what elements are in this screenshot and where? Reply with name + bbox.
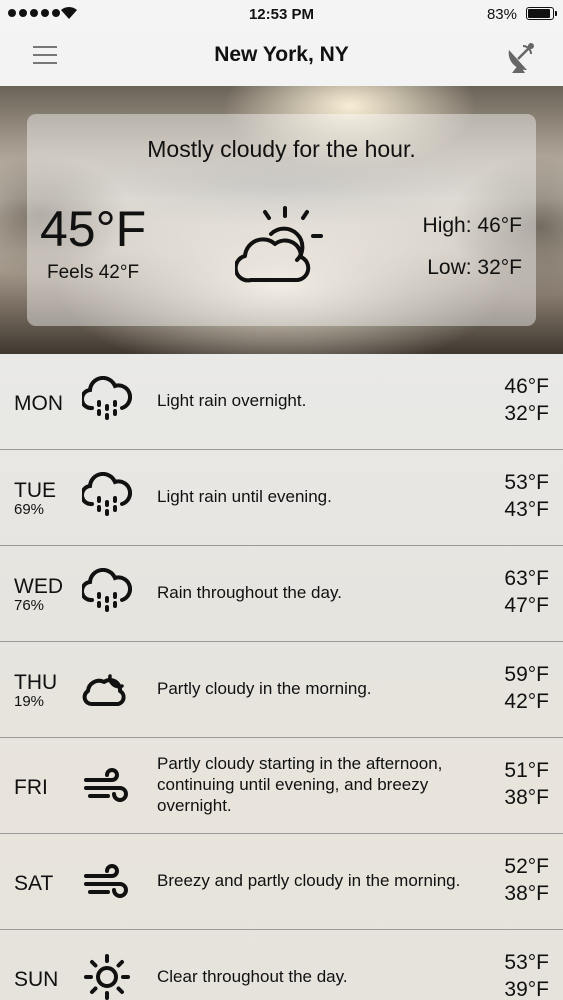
forecast-high: 59°F bbox=[504, 663, 549, 686]
forecast-low: 43°F bbox=[504, 498, 549, 521]
sun-icon bbox=[84, 954, 130, 1000]
forecast-high: 53°F bbox=[504, 951, 549, 974]
forecast-day: FRI bbox=[14, 776, 48, 799]
navigation-bar: New York, NY bbox=[0, 30, 563, 86]
forecast-low: 38°F bbox=[504, 882, 549, 905]
location-title: New York, NY bbox=[214, 43, 349, 66]
forecast-description: Light rain overnight. bbox=[157, 391, 307, 411]
precipitation-chance: 19% bbox=[14, 693, 45, 710]
forecast-description: Clear throughout the day. bbox=[157, 967, 348, 987]
high-temperature: High: 46°F bbox=[422, 214, 522, 237]
daily-forecast-list: MON Light rain overnight. 46°F 32°F TUE … bbox=[0, 354, 563, 1000]
current-temperature: 45°F bbox=[40, 201, 147, 257]
status-bar: 12:53 PM 83% bbox=[0, 0, 563, 30]
forecast-low: 47°F bbox=[504, 594, 549, 617]
forecast-low: 39°F bbox=[504, 978, 549, 1000]
rain-icon bbox=[82, 472, 132, 516]
forecast-description: Breezy and partly cloudy in the morning. bbox=[157, 871, 461, 891]
battery-percentage: 83% bbox=[486, 6, 517, 23]
forecast-description: Partly cloudy in the morning. bbox=[157, 679, 372, 699]
forecast-row-wed[interactable]: WED 76% Rain throughout the day. 63°F 47… bbox=[0, 546, 563, 642]
current-conditions-hero: Mostly cloudy for the hour. 45°F Feels 4… bbox=[0, 86, 563, 354]
forecast-row-fri[interactable]: FRI Partly cloudy starting in the aftern… bbox=[0, 738, 563, 834]
precipitation-chance: 76% bbox=[14, 597, 45, 614]
forecast-row-tue[interactable]: TUE 69% Light rain until evening. 53°F 4… bbox=[0, 450, 563, 546]
forecast-day: MON bbox=[14, 392, 63, 415]
precipitation-chance: 69% bbox=[14, 501, 45, 518]
forecast-high: 63°F bbox=[504, 567, 549, 590]
forecast-low: 38°F bbox=[504, 786, 549, 809]
current-conditions-card: Mostly cloudy for the hour. 45°F Feels 4… bbox=[27, 114, 536, 326]
forecast-high: 46°F bbox=[504, 375, 549, 398]
forecast-high: 53°F bbox=[504, 471, 549, 494]
forecast-description: Rain throughout the day. bbox=[157, 583, 342, 603]
battery-icon bbox=[526, 7, 557, 20]
forecast-low: 32°F bbox=[504, 402, 549, 425]
forecast-day: SAT bbox=[14, 872, 54, 895]
rain-icon bbox=[82, 568, 132, 612]
partly-cloudy-day-icon bbox=[235, 206, 323, 283]
forecast-row-sun[interactable]: SUN Clear throughout the day. 53°F 39°F bbox=[0, 930, 563, 1000]
forecast-day: THU bbox=[14, 671, 58, 694]
forecast-high: 52°F bbox=[504, 855, 549, 878]
forecast-description: Light rain until evening. bbox=[157, 487, 332, 507]
partly-cloudy-icon bbox=[82, 674, 126, 706]
forecast-row-sat[interactable]: SAT Breezy and partly cloudy in the morn… bbox=[0, 834, 563, 930]
forecast-day: SUN bbox=[14, 968, 59, 991]
status-time: 12:53 PM bbox=[248, 6, 315, 23]
forecast-day: WED bbox=[14, 575, 63, 598]
feels-like-temperature: Feels 42°F bbox=[47, 262, 140, 283]
forecast-description: Partly cloudy starting in the afternoon,… bbox=[157, 754, 443, 815]
wind-icon bbox=[84, 768, 128, 802]
forecast-row-thu[interactable]: THU 19% Partly cloudy in the morning. 59… bbox=[0, 642, 563, 738]
rain-icon bbox=[82, 376, 132, 420]
hourly-summary: Mostly cloudy for the hour. bbox=[147, 136, 416, 162]
radar-dish-icon[interactable] bbox=[505, 40, 539, 74]
forecast-low: 42°F bbox=[504, 690, 549, 713]
low-temperature: Low: 32°F bbox=[427, 256, 522, 279]
forecast-row-mon[interactable]: MON Light rain overnight. 46°F 32°F bbox=[0, 354, 563, 450]
forecast-day: TUE bbox=[14, 479, 56, 502]
forecast-high: 51°F bbox=[504, 759, 549, 782]
wind-icon bbox=[84, 864, 128, 898]
